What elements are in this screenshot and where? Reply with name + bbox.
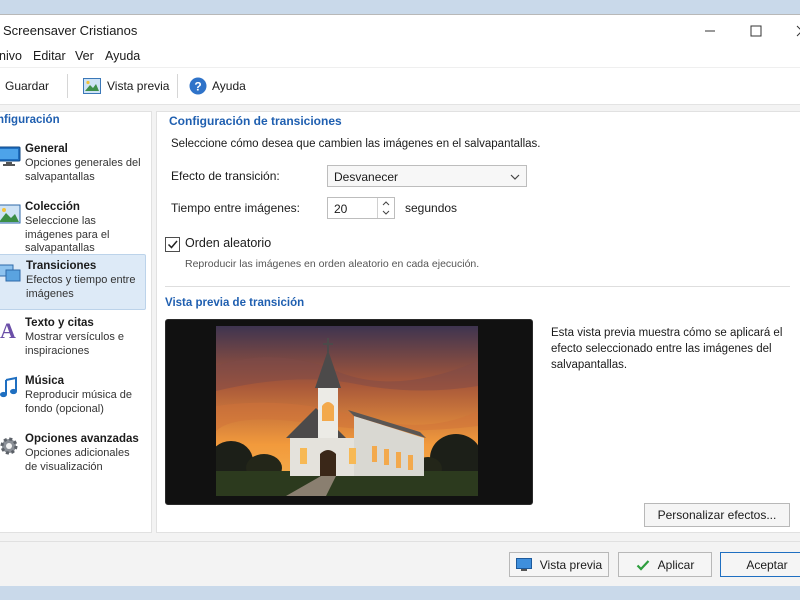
time-unit: segundos (405, 201, 458, 215)
sidebar-item-texto[interactable]: A Texto y citas Mostrar versículos e ins… (0, 312, 146, 368)
sidebar-item-desc: Reproducir música de fondo (opcional) (25, 389, 132, 415)
toolbar-separator (67, 74, 68, 98)
preview-title: Vista previa de transición (165, 297, 305, 309)
stepper-arrows[interactable] (377, 198, 394, 218)
random-order-label[interactable]: Orden aleatorio (185, 236, 271, 250)
settings-panel: Configuración de transiciones Seleccione… (156, 111, 800, 533)
preview-button[interactable]: Vista previa (509, 552, 609, 577)
stepper-down-icon (382, 210, 390, 215)
sidebar-item-avanzadas[interactable]: Opciones avanzadas Opciones adicionales … (0, 428, 146, 484)
toolbar-separator (177, 74, 178, 98)
sidebar-item-desc: Mostrar versículos e inspiraciones (25, 331, 125, 357)
menu-editar[interactable]: Editar (33, 49, 66, 63)
effect-value: Desvanecer (334, 170, 399, 184)
sidebar-item-musica[interactable]: Música Reproducir música de fondo (opcio… (0, 370, 146, 426)
bottom-bar: Vista previa Aplicar Aceptar (0, 541, 800, 586)
time-label: Tiempo entre imágenes: (171, 201, 300, 215)
customize-label: Personalizar efectos... (657, 508, 777, 522)
effect-select[interactable]: Desvanecer (327, 165, 527, 187)
sidebar-item-title: Transiciones (26, 260, 97, 272)
sidebar-item-desc: Opciones generales del salvapantallas (25, 157, 141, 183)
monitor-icon (0, 146, 21, 166)
sidebar-item-general[interactable]: General Opciones generales del salvapant… (0, 138, 146, 194)
sidebar-item-title: Opciones avanzadas (25, 433, 139, 445)
panel-intro: Seleccione cómo desea que cambien las im… (171, 138, 541, 150)
random-order-checkbox[interactable] (165, 237, 180, 252)
monitor-icon (515, 557, 532, 571)
ok-button-label: Aceptar (746, 557, 788, 572)
preview-description: Esta vista previa muestra cómo se aplica… (551, 327, 783, 371)
preview-button-label: Vista previa (539, 557, 603, 572)
menu-ver[interactable]: Ver (75, 49, 94, 63)
sidebar-item-title: Música (25, 375, 64, 387)
random-order-help: Reproducir las imágenes en orden aleator… (185, 258, 480, 270)
preview-toolbar-label: Vista previa (107, 79, 170, 93)
sidebar-item-title: Texto y citas (25, 317, 94, 329)
help-button[interactable]: ? Ayuda (189, 68, 246, 104)
chevron-down-icon (510, 174, 520, 180)
sidebar-heading: nfiguración (0, 114, 60, 126)
menu-ayuda[interactable]: Ayuda (105, 49, 140, 63)
help-label: Ayuda (212, 79, 246, 93)
music-note-icon (0, 376, 17, 398)
sidebar-item-desc: Seleccione las imágenes para el salvapan… (25, 215, 110, 254)
preview-toolbar-button[interactable]: Vista previa (83, 68, 169, 104)
effect-label: Efecto de transición: (171, 169, 280, 183)
image-icon (0, 204, 21, 224)
ok-button[interactable]: Aceptar (720, 552, 800, 577)
time-stepper[interactable]: 20 (327, 197, 395, 219)
sidebar-item-desc: Opciones adicionales de visualización (25, 447, 130, 473)
close-button[interactable] (779, 15, 800, 47)
sidebar: nfiguración General Opciones generales d… (0, 111, 152, 533)
sidebar-item-desc: Efectos y tiempo entre imágenes (26, 274, 136, 300)
checkmark-icon (636, 559, 649, 571)
save-button[interactable]: Guardar (5, 68, 49, 104)
help-icon: ? (189, 77, 207, 95)
sidebar-item-title: General (25, 143, 68, 155)
save-label: Guardar (5, 79, 50, 93)
apply-button[interactable]: Aplicar (618, 552, 712, 577)
customize-effects-button[interactable]: Personalizar efectos... (644, 503, 790, 527)
window-title: Screensaver Cristianos (3, 23, 138, 38)
minimize-icon (705, 30, 715, 32)
section-divider (165, 286, 790, 287)
svg-text:?: ? (194, 80, 201, 94)
panel-title: Configuración de transiciones (169, 114, 342, 128)
apply-button-label: Aplicar (657, 557, 695, 572)
transition-preview (165, 319, 533, 505)
sidebar-item-coleccion[interactable]: Colección Seleccione las imágenes para e… (0, 196, 146, 254)
text-icon: A (0, 318, 16, 342)
gear-icon (0, 437, 18, 455)
title-bar: Screensaver Cristianos (0, 15, 800, 47)
maximize-button[interactable] (733, 15, 779, 47)
close-icon (796, 25, 800, 37)
check-icon (167, 240, 178, 249)
minimize-button[interactable] (687, 15, 733, 47)
maximize-icon (750, 25, 762, 37)
church-photo (216, 326, 478, 496)
sidebar-item-title: Colección (25, 201, 80, 213)
app-window: Screensaver Cristianos nivo Editar Ver A… (0, 14, 800, 586)
menu-archivo[interactable]: nivo (0, 49, 22, 63)
stepper-up-icon (382, 201, 390, 206)
toolbar: Guardar Vista previa ? Ayuda (0, 67, 800, 105)
picture-icon (83, 78, 101, 94)
time-value: 20 (334, 202, 348, 216)
svg-text:A: A (0, 318, 16, 342)
transitions-icon (0, 264, 21, 282)
sidebar-item-transiciones[interactable]: Transiciones Efectos y tiempo entre imág… (0, 254, 146, 310)
menu-bar: nivo Editar Ver Ayuda (0, 47, 800, 67)
